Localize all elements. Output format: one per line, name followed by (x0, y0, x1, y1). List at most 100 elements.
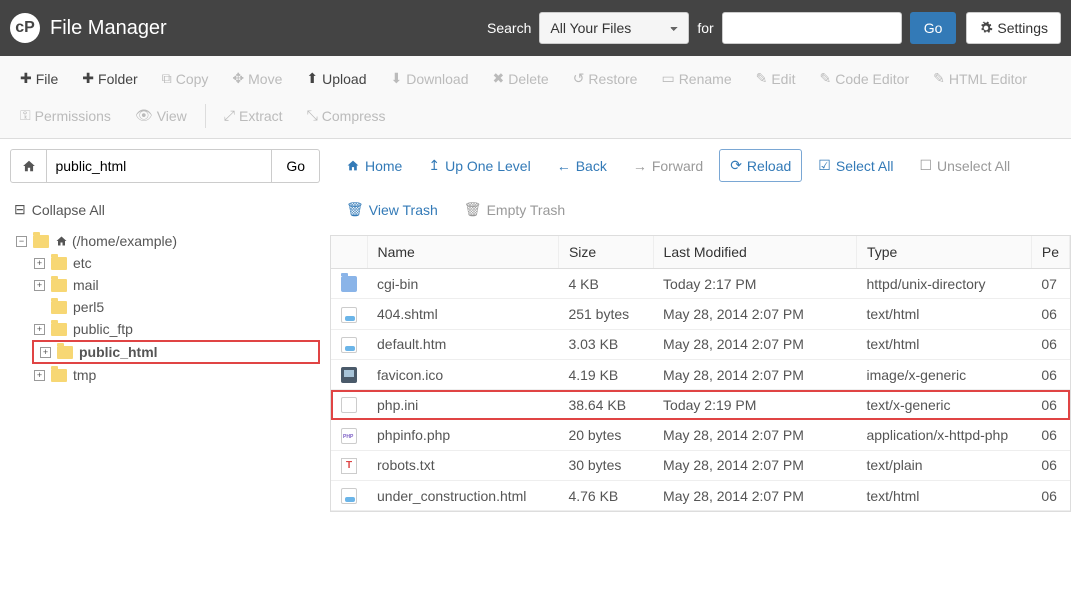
back-button[interactable]: ←Back (547, 151, 617, 181)
extract-button[interactable]: ⤢Extract (214, 99, 293, 132)
col-type[interactable]: Type (856, 236, 1031, 269)
table-row[interactable]: under_construction.html4.76 KBMay 28, 20… (331, 481, 1070, 511)
folder-icon (51, 279, 67, 292)
col-icon[interactable] (331, 236, 367, 269)
tree-expander-icon[interactable]: + (34, 324, 45, 335)
html-file-icon (341, 488, 357, 504)
cell-last-modified: May 28, 2014 2:07 PM (653, 420, 856, 450)
html-editor-label: HTML Editor (949, 71, 1027, 87)
copy-button[interactable]: ⧉Copy (152, 62, 219, 95)
collapse-icon: ⊟ (14, 201, 26, 218)
tree-item-etc[interactable]: +etc (34, 252, 320, 274)
move-icon: ✥ (232, 70, 244, 87)
rename-button[interactable]: ▭Rename (651, 62, 741, 95)
up-one-level-button[interactable]: ↥Up One Level (418, 150, 540, 181)
search-label: Search (487, 20, 531, 36)
table-row[interactable]: default.htm3.03 KBMay 28, 2014 2:07 PMte… (331, 329, 1070, 359)
tree-item-perl5[interactable]: perl5 (34, 296, 320, 318)
table-row[interactable]: robots.txt30 bytesMay 28, 2014 2:07 PMte… (331, 450, 1070, 480)
view-trash-button[interactable]: 🗑View Trash (336, 194, 448, 225)
table-row[interactable]: phpinfo.php20 bytesMay 28, 2014 2:07 PMa… (331, 420, 1070, 450)
home-nav-button[interactable]: Home (336, 151, 412, 181)
search-go-button[interactable]: Go (910, 12, 957, 44)
tree-item-tmp[interactable]: + tmp (34, 364, 320, 386)
col-name[interactable]: Name (367, 236, 558, 269)
collapse-all-button[interactable]: ⊟ Collapse All (14, 201, 320, 218)
path-input[interactable] (47, 149, 272, 183)
col-last-modified[interactable]: Last Modified (653, 236, 856, 269)
delete-button[interactable]: ✖Delete (482, 62, 558, 95)
empty-trash-button[interactable]: 🗑Empty Trash (454, 194, 575, 225)
folder-icon (51, 369, 67, 382)
cell-name: 404.shtml (367, 299, 558, 329)
restore-button[interactable]: ↺Restore (563, 62, 648, 95)
settings-button[interactable]: Settings (966, 12, 1061, 44)
tree-expander-icon[interactable]: + (34, 280, 45, 291)
cell-last-modified: May 28, 2014 2:07 PM (653, 450, 856, 480)
content-navbar: Home ↥Up One Level ←Back →Forward ⟳Reloa… (330, 139, 1071, 235)
tree-expander-icon[interactable]: + (40, 347, 51, 358)
tree-item-public_html[interactable]: +public_html (32, 340, 320, 364)
compress-button[interactable]: ⤡Compress (297, 99, 396, 132)
new-file-button[interactable]: ✚File (10, 62, 68, 95)
reload-button[interactable]: ⟳Reload (719, 149, 802, 182)
view-trash-label: View Trash (369, 202, 438, 218)
table-header-row: Name Size Last Modified Type Pe (331, 236, 1070, 269)
tree-item-mail[interactable]: +mail (34, 274, 320, 296)
folder-file-icon (341, 276, 357, 292)
main-toolbar: ✚File ✚Folder ⧉Copy ✥Move ⬆Upload ⬇Downl… (0, 56, 1071, 139)
permissions-button[interactable]: ⚿Permissions (10, 99, 121, 132)
new-folder-button[interactable]: ✚Folder (72, 62, 147, 95)
search-input[interactable] (722, 12, 902, 44)
download-label: Download (406, 71, 468, 87)
table-row[interactable]: 404.shtml251 bytesMay 28, 2014 2:07 PMte… (331, 299, 1070, 329)
cell-permissions: 06 (1031, 299, 1069, 329)
compress-label: Compress (322, 108, 386, 124)
table-row[interactable]: favicon.ico4.19 KBMay 28, 2014 2:07 PMim… (331, 359, 1070, 389)
search-scope-select[interactable]: All Your Files (539, 12, 689, 44)
edit-icon: ✎ (756, 70, 768, 87)
download-button[interactable]: ⬇Download (380, 62, 478, 95)
unselect-all-button[interactable]: ☐Unselect All (909, 150, 1020, 181)
gear-icon (979, 21, 993, 35)
compress-icon: ⤡ (307, 107, 318, 124)
table-row[interactable]: php.ini38.64 KBToday 2:19 PMtext/x-gener… (331, 390, 1070, 420)
path-go-button[interactable]: Go (272, 149, 320, 183)
col-size[interactable]: Size (558, 236, 653, 269)
rename-icon: ▭ (661, 70, 674, 87)
view-button[interactable]: 👁View (125, 99, 197, 132)
tree-expander-icon[interactable]: + (34, 258, 45, 269)
move-button[interactable]: ✥Move (222, 62, 292, 95)
cell-permissions: 06 (1031, 450, 1069, 480)
cell-name: under_construction.html (367, 481, 558, 511)
restore-label: Restore (588, 71, 637, 87)
cell-last-modified: May 28, 2014 2:07 PM (653, 299, 856, 329)
upload-button[interactable]: ⬆Upload (296, 62, 376, 95)
tree-item-label: tmp (73, 367, 96, 383)
cell-last-modified: Today 2:17 PM (653, 269, 856, 299)
cell-name: favicon.ico (367, 359, 558, 389)
uncheck-icon: ☐ (919, 157, 932, 174)
table-row[interactable]: cgi-bin4 KBToday 2:17 PMhttpd/unix-direc… (331, 269, 1070, 299)
html-editor-button[interactable]: ✎HTML Editor (923, 62, 1037, 95)
tree-expander-icon[interactable]: − (16, 236, 27, 247)
cell-last-modified: May 28, 2014 2:07 PM (653, 481, 856, 511)
folder-icon (57, 346, 73, 359)
tree-expander-icon[interactable]: + (34, 370, 45, 381)
cell-permissions: 07 (1031, 269, 1069, 299)
ico-file-icon (341, 367, 357, 383)
forward-button[interactable]: →Forward (623, 151, 713, 181)
tree-item-public_ftp[interactable]: +public_ftp (34, 318, 320, 340)
cell-size: 4.76 KB (558, 481, 653, 511)
col-permissions[interactable]: Pe (1031, 236, 1069, 269)
tree-root[interactable]: − (/home/example) (16, 230, 320, 252)
select-all-button[interactable]: ☑Select All (808, 150, 903, 181)
home-icon (346, 159, 360, 172)
edit-button[interactable]: ✎Edit (746, 62, 806, 95)
back-label: Back (576, 158, 607, 174)
cell-size: 4.19 KB (558, 359, 653, 389)
code-editor-button[interactable]: ✎Code Editor (809, 62, 919, 95)
path-home-button[interactable] (10, 149, 47, 183)
upload-label: Upload (322, 71, 366, 87)
home-icon (55, 235, 68, 247)
